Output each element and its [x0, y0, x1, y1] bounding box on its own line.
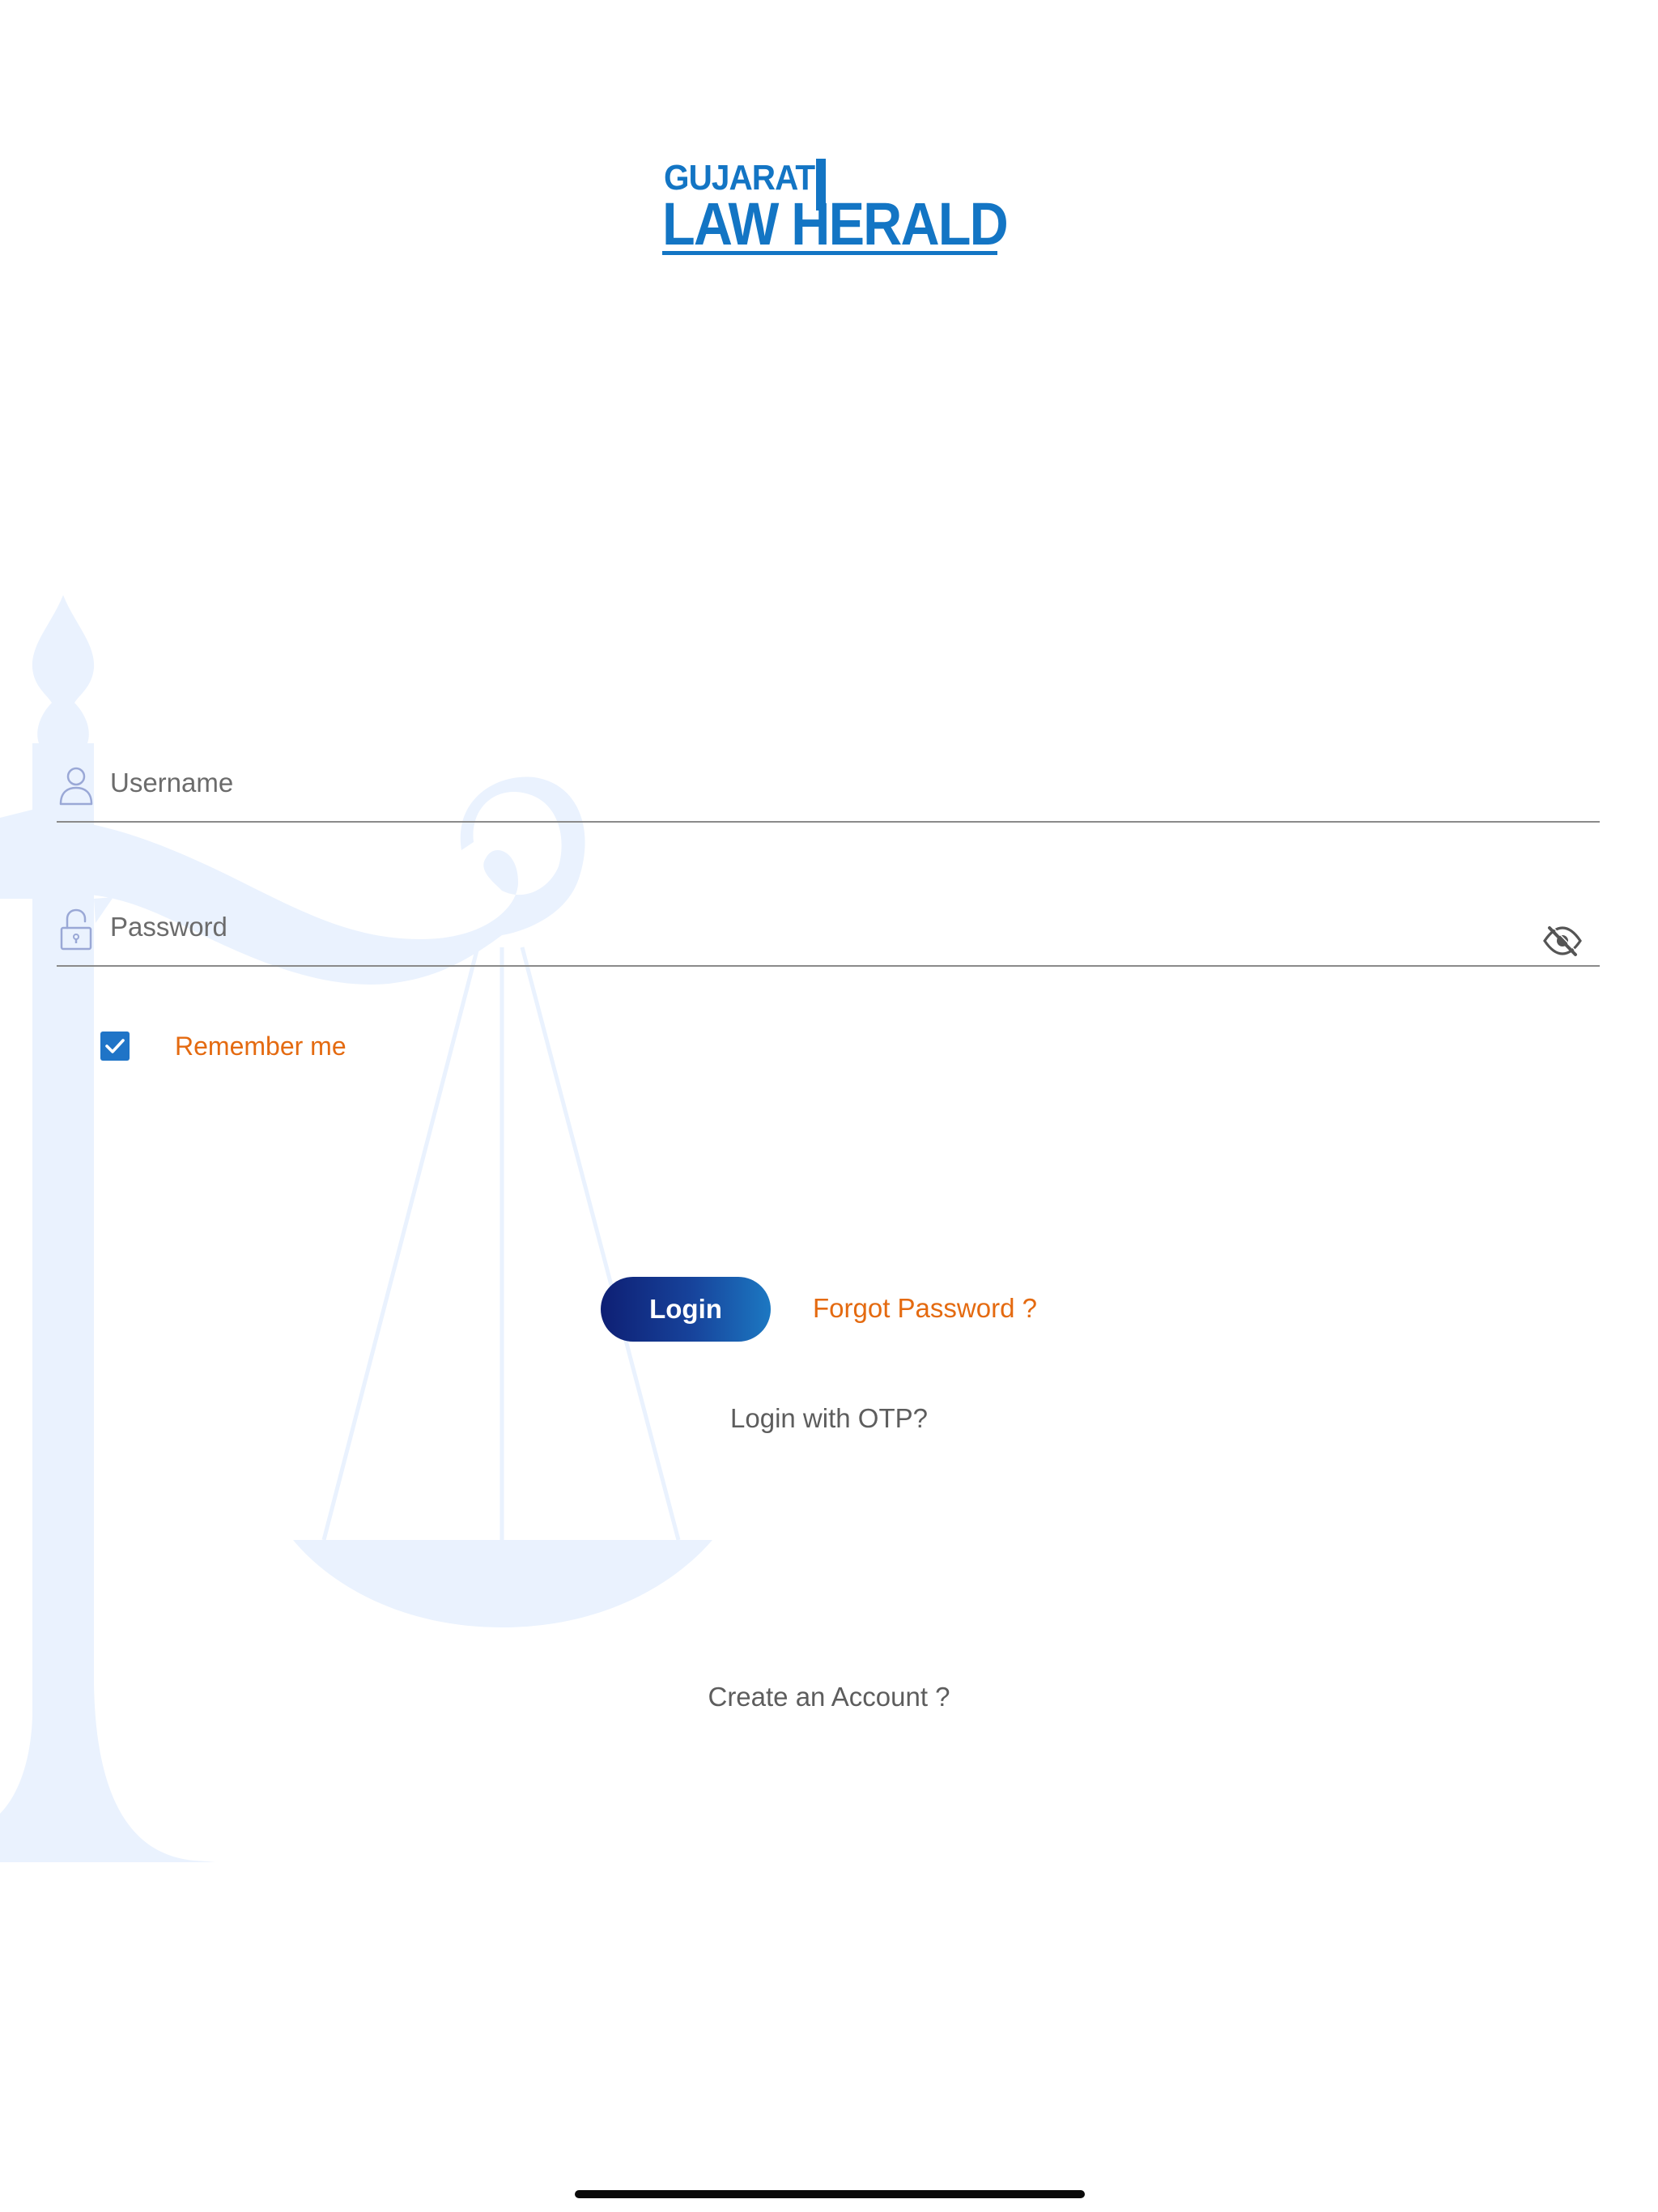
checkmark-icon	[105, 1039, 125, 1053]
login-with-otp-row: Login with OTP?	[0, 1403, 1658, 1434]
remember-me-checkbox[interactable]	[100, 1032, 130, 1061]
create-account-row: Create an Account ?	[0, 1682, 1658, 1712]
password-field[interactable]	[57, 897, 1600, 967]
login-with-otp-link[interactable]: Login with OTP?	[730, 1403, 928, 1433]
password-input[interactable]	[110, 908, 1519, 946]
home-indicator[interactable]	[575, 2190, 1085, 2198]
remember-me-toggle[interactable]: Remember me	[100, 1030, 346, 1062]
lock-icon	[60, 908, 92, 951]
username-field[interactable]	[57, 753, 1600, 823]
gujarat-law-herald-logo: GUJARAT LAW HERALD	[662, 159, 1009, 257]
remember-me-label: Remember me	[175, 1031, 346, 1061]
login-button[interactable]: Login	[601, 1277, 771, 1342]
user-icon	[59, 767, 93, 806]
create-account-link[interactable]: Create an Account ?	[708, 1682, 950, 1712]
logo-line-2: LAW HERALD	[662, 190, 1009, 257]
username-input[interactable]	[110, 764, 1519, 802]
logo-underline	[662, 251, 997, 255]
forgot-password-link[interactable]: Forgot Password ?	[813, 1293, 1037, 1324]
eye-slash-icon[interactable]	[1543, 925, 1582, 957]
